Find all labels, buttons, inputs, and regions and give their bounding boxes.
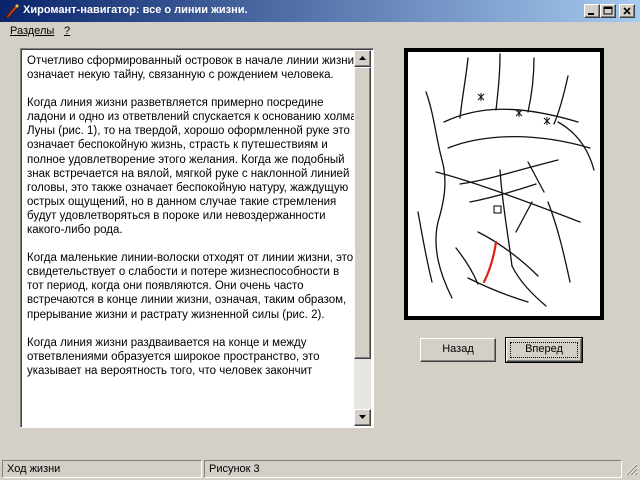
main-window: Хиромант-навигатор: все о линии жизни. Р… <box>0 0 640 480</box>
window-title: Хиромант-навигатор: все о линии жизни. <box>23 4 248 16</box>
vertical-scrollbar[interactable] <box>354 50 371 426</box>
scroll-thumb[interactable] <box>354 67 371 359</box>
paragraph: Отчетливо сформированный островок в нача… <box>27 55 355 82</box>
focus-rectangle <box>510 342 578 358</box>
maximize-button[interactable] <box>600 4 616 18</box>
menu-item-help[interactable]: ? <box>64 25 70 37</box>
status-bar: Ход жизни Рисунок 3 <box>0 458 640 480</box>
scroll-down-button[interactable] <box>354 409 371 426</box>
resize-grip-icon[interactable] <box>624 462 638 476</box>
close-button[interactable] <box>619 4 635 18</box>
minimize-button[interactable] <box>584 4 600 18</box>
palm-figure-frame <box>404 48 604 320</box>
paragraph: Когда маленькие линии-волоски отходят от… <box>27 252 354 321</box>
paragraph: Когда линия жизни раздваивается на конце… <box>27 336 320 377</box>
pen-icon[interactable] <box>4 3 20 19</box>
status-section: Ход жизни <box>2 460 202 478</box>
palm-drawing-icon <box>408 52 600 316</box>
status-figure: Рисунок 3 <box>204 460 622 478</box>
text-panel[interactable]: Отчетливо сформированный островок в нача… <box>20 48 374 428</box>
paragraph: Когда линия жизни разветвляется примерно… <box>27 97 357 237</box>
scroll-up-button[interactable] <box>354 50 371 67</box>
menu-item-sections[interactable]: Разделы <box>10 25 54 37</box>
menu-bar: Разделы ? <box>0 22 640 41</box>
article-text: Отчетливо сформированный островок в нача… <box>27 54 357 426</box>
title-bar[interactable]: Хиромант-навигатор: все о линии жизни. <box>0 0 640 22</box>
next-button[interactable]: Вперед <box>505 337 583 363</box>
back-button[interactable]: Назад <box>420 338 496 362</box>
